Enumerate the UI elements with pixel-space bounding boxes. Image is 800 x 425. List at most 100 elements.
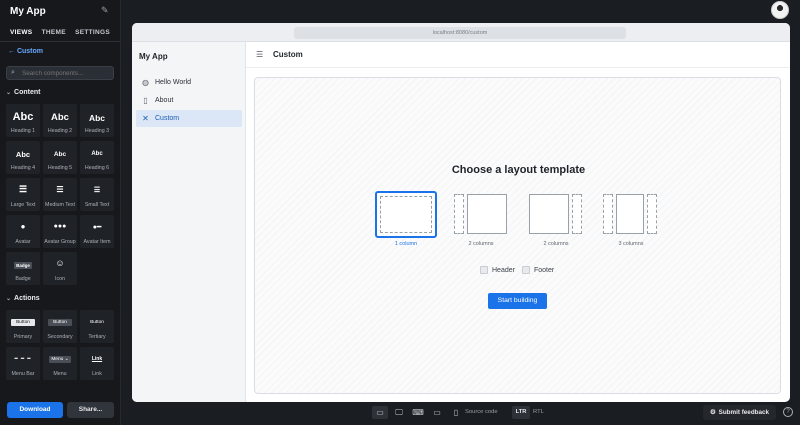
preview: Abc — [51, 112, 69, 123]
tab-theme[interactable]: THEME — [42, 26, 66, 42]
nav-item-about[interactable]: ▯ About — [136, 92, 242, 109]
component-primary[interactable]: Button Primary — [6, 310, 40, 343]
footer-checkbox[interactable]: Footer — [522, 266, 554, 274]
component-heading-6[interactable]: Abc Heading 6 — [80, 141, 114, 174]
component-icon[interactable]: ☺ Icon — [43, 252, 77, 285]
laptop-view-icon[interactable]: ⌨ — [410, 406, 426, 419]
button-preview: Button — [90, 320, 104, 325]
preview: Abc — [53, 151, 67, 158]
desktop-view-icon[interactable]: 🖵 — [391, 406, 407, 419]
back-link-label: Custom — [16, 48, 44, 55]
component-label: Heading 4 — [10, 165, 36, 171]
chevron-down-icon: ⌄ — [6, 296, 12, 302]
component-avatar[interactable]: ● Avatar — [6, 215, 40, 248]
divider — [0, 41, 120, 42]
panel-tabs: VIEWS THEME SETTINGS — [0, 26, 120, 42]
checkbox-label: Footer — [534, 266, 555, 274]
component-heading-3[interactable]: Abc Heading 3 — [80, 104, 114, 137]
search-input[interactable] — [22, 69, 112, 77]
nav-label: Custom — [155, 115, 180, 122]
button-preview: Button — [48, 319, 72, 326]
search-icon: ⌕ — [11, 69, 15, 76]
menu-preview: Menu ⌄ — [49, 356, 71, 363]
layout-heading: Choose a layout template — [451, 164, 586, 176]
component-small-text[interactable]: ☰ Small Text — [80, 178, 114, 211]
component-heading-5[interactable]: Abc Heading 5 — [43, 141, 77, 174]
component-label: Secondary — [47, 334, 73, 340]
app-sidebar: My App ◍ Hello World ▯ About ✕ Custom — [132, 42, 246, 402]
preview: Abc — [91, 151, 103, 157]
template-label: 2 columns — [468, 241, 494, 247]
template-column — [603, 194, 613, 234]
template-label: 2 columns — [543, 241, 569, 247]
template-2-columns-left[interactable]: 2 columns — [453, 191, 515, 247]
preview-frame: localhost:8080/custom My App ◍ Hello Wor… — [132, 23, 790, 402]
user-avatar[interactable] — [771, 1, 789, 19]
template-label: 1 column — [394, 241, 418, 247]
section-actions-header[interactable]: ⌄ Actions — [6, 295, 40, 302]
component-label: Heading 1 — [10, 128, 36, 134]
checkbox-icon — [522, 266, 530, 274]
preview: Abc — [15, 150, 31, 159]
tools-icon: ✕ — [142, 114, 149, 123]
layout-canvas: Choose a layout template 1 column 2 colu… — [254, 77, 781, 394]
help-icon[interactable]: ? — [783, 407, 793, 417]
source-code-link[interactable]: Source code — [465, 409, 498, 415]
component-label: Medium Text — [45, 202, 75, 208]
component-large-text[interactable]: ☰ Large Text — [6, 178, 40, 211]
component-medium-text[interactable]: ☰ Medium Text — [43, 178, 77, 211]
edit-icon[interactable]: ✎ — [101, 5, 109, 16]
arrow-left-icon: ← — [8, 48, 17, 55]
download-button[interactable]: Download — [7, 402, 63, 418]
component-tertiary[interactable]: Button Tertiary — [80, 310, 114, 343]
component-link[interactable]: Link Link — [80, 347, 114, 380]
template-2-columns-right[interactable]: 2 columns — [528, 191, 590, 247]
back-link[interactable]: ← Custom — [8, 48, 43, 55]
template-3-columns[interactable]: 3 columns — [603, 191, 665, 247]
component-label: Small Text — [84, 202, 110, 208]
smiley-icon: ☺ — [55, 258, 65, 268]
medium-text-icon: ☰ — [56, 185, 64, 194]
nav-item-hello-world[interactable]: ◍ Hello World — [136, 74, 242, 91]
component-label: Heading 6 — [84, 165, 110, 171]
tablet-view-icon[interactable]: ▭ — [429, 406, 445, 419]
component-secondary[interactable]: Button Secondary — [43, 310, 77, 343]
component-label: Tertiary — [88, 334, 106, 340]
page-header: ☰ Custom — [246, 42, 790, 68]
search-box[interactable]: ⌕ — [6, 66, 114, 80]
component-heading-4[interactable]: Abc Heading 4 — [6, 141, 40, 174]
component-badge[interactable]: Badge Badge — [6, 252, 40, 285]
tab-settings[interactable]: SETTINGS — [75, 26, 110, 42]
ltr-toggle[interactable]: LTR — [512, 406, 530, 419]
template-1-column[interactable]: 1 column — [375, 191, 437, 247]
browser-view-icon[interactable]: ▭ — [372, 406, 388, 419]
large-text-icon: ☰ — [18, 184, 28, 194]
component-heading-2[interactable]: Abc Heading 2 — [43, 104, 77, 137]
component-label: Badge — [15, 276, 31, 282]
component-avatar-item[interactable]: ●━ Avatar Item — [80, 215, 114, 248]
component-heading-1[interactable]: Abc Heading 1 — [6, 104, 40, 137]
template-column — [529, 194, 569, 234]
component-label: Avatar — [15, 239, 31, 245]
submit-feedback-button[interactable]: ⚙ Submit feedback — [703, 405, 776, 420]
component-label: Avatar Item — [83, 239, 111, 245]
component-label: Heading 5 — [47, 165, 73, 171]
header-checkbox[interactable]: Header — [480, 266, 515, 274]
nav-item-custom[interactable]: ✕ Custom — [136, 110, 242, 127]
template-column — [647, 194, 657, 234]
checkbox-label: Header — [492, 266, 515, 274]
section-content-header[interactable]: ⌄ Content — [6, 89, 40, 96]
rtl-toggle[interactable]: RTL — [533, 409, 544, 415]
component-menu[interactable]: Menu ⌄ Menu — [43, 347, 77, 380]
chevron-down-icon: ⌄ — [6, 90, 12, 96]
component-menu-bar[interactable]: ━ ━ ━ Menu Bar — [6, 347, 40, 380]
component-panel: My App ✎ VIEWS THEME SETTINGS ← Custom ⌕… — [0, 0, 121, 425]
share-button[interactable]: Share... — [67, 402, 114, 418]
tab-views[interactable]: VIEWS — [10, 26, 33, 42]
start-building-button[interactable]: Start building — [488, 293, 547, 309]
hamburger-menu-icon[interactable]: ☰ — [256, 50, 263, 59]
menu-bar-icon: ━ ━ ━ — [14, 356, 32, 362]
mobile-view-icon[interactable]: ▯ — [448, 406, 464, 419]
url-field[interactable]: localhost:8080/custom — [294, 27, 626, 39]
component-avatar-group[interactable]: ●●● Avatar Group — [43, 215, 77, 248]
